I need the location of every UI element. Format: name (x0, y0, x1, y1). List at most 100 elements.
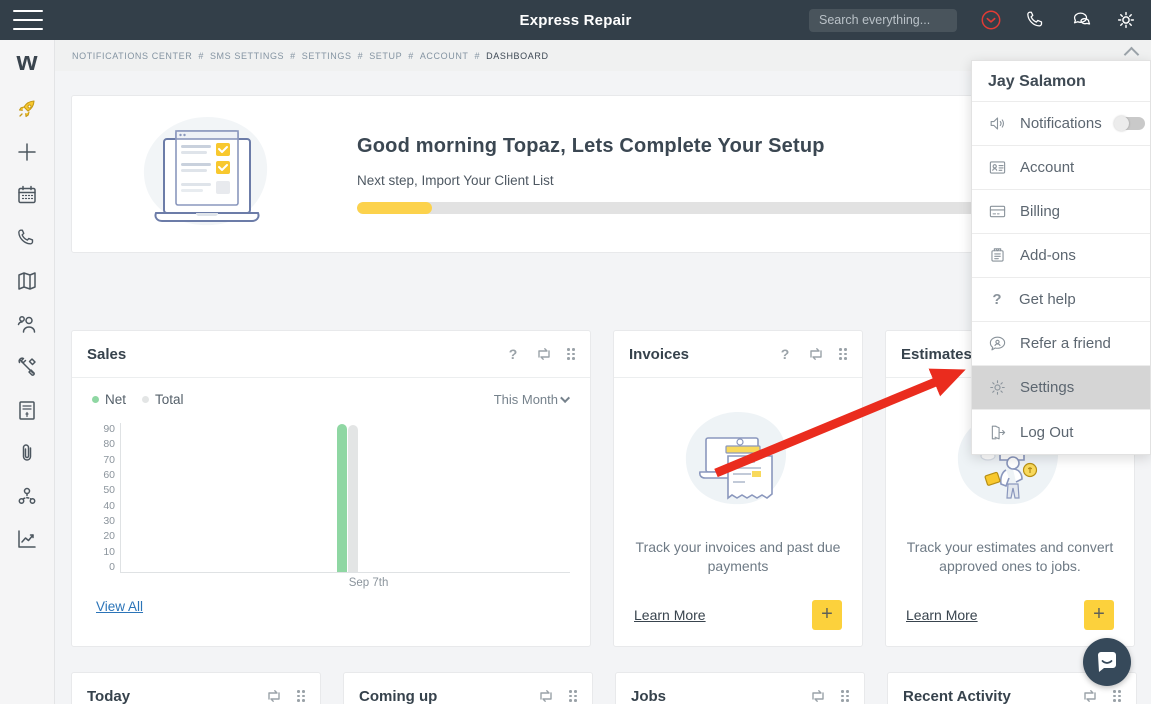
learn-more-link[interactable]: Learn More (906, 607, 978, 623)
refresh-widget-icon[interactable] (810, 688, 826, 704)
legend-item-total[interactable]: Total (142, 392, 184, 407)
menu-item-add-ons[interactable]: Add-ons (972, 234, 1150, 278)
invoices-card-title: Invoices (629, 346, 689, 363)
map-icon[interactable] (15, 269, 39, 293)
jobs-card-title: Jobs (631, 688, 666, 704)
menu-item-label: Add-ons (1020, 247, 1076, 264)
menu-item-get-help[interactable]: ? Get help (972, 278, 1150, 322)
topbar: Express Repair (0, 0, 1151, 40)
phone-icon[interactable] (1025, 9, 1047, 31)
hamburger-menu-icon[interactable] (13, 10, 43, 30)
refresh-widget-icon[interactable] (538, 688, 554, 704)
legend-dot-total (142, 396, 149, 403)
menu-item-label: Notifications (1020, 115, 1102, 132)
chart-legend: Net Total This Month (92, 392, 570, 407)
legend-dot-net (92, 396, 99, 403)
refresh-widget-icon[interactable] (1082, 688, 1098, 704)
question-icon: ? (988, 291, 1006, 308)
menu-item-log-out[interactable]: Log Out (972, 410, 1150, 454)
menu-item-refer-a-friend[interactable]: Refer a friend (972, 322, 1150, 366)
menu-item-account[interactable]: Account (972, 146, 1150, 190)
notifications-toggle[interactable] (1115, 117, 1145, 130)
logout-icon (988, 423, 1007, 442)
menu-item-notifications[interactable]: Notifications (972, 102, 1150, 146)
y-tick-label: 0 (109, 561, 115, 573)
learn-more-link[interactable]: Learn More (634, 607, 706, 623)
today-card: Today (71, 672, 321, 704)
invoices-description: Track your invoices and past due payment… (634, 538, 842, 576)
drag-handle-icon[interactable] (297, 690, 305, 702)
menu-item-label: Settings (1020, 379, 1074, 396)
breadcrumb-separator: # (198, 51, 204, 61)
sales-card: Sales ? Net Total (71, 330, 591, 647)
breadcrumb-item[interactable]: SETUP (369, 51, 402, 61)
invoice-doc-icon[interactable] (15, 398, 39, 422)
refresh-widget-icon[interactable] (536, 346, 552, 362)
help-icon[interactable]: ? (777, 346, 793, 362)
rocket-icon[interactable] (15, 97, 39, 121)
recent-activity-card-title: Recent Activity (903, 688, 1011, 704)
menu-item-settings[interactable]: Settings (972, 366, 1150, 410)
invoices-illustration (678, 408, 798, 516)
breadcrumb-separator: # (290, 51, 296, 61)
bar-net[interactable] (337, 424, 347, 572)
menu-item-billing[interactable]: Billing (972, 190, 1150, 234)
drag-handle-icon[interactable] (841, 690, 849, 702)
refresh-widget-icon[interactable] (266, 688, 282, 704)
search-input[interactable] (809, 9, 957, 32)
add-invoice-button[interactable]: + (812, 600, 842, 630)
chat-bubble-icon (1094, 649, 1120, 675)
tools-icon[interactable] (15, 355, 39, 379)
add-plus-icon[interactable] (15, 140, 39, 164)
bar-total[interactable] (348, 425, 358, 572)
network-icon[interactable] (15, 484, 39, 508)
breadcrumb-item[interactable]: NOTIFICATIONS CENTER (72, 51, 192, 61)
workiz-logo[interactable]: w (16, 48, 37, 75)
timer-alert-icon[interactable] (980, 9, 1002, 31)
drag-handle-icon[interactable] (839, 348, 847, 360)
drag-handle-icon[interactable] (569, 690, 577, 702)
period-dropdown[interactable]: This Month (494, 392, 570, 407)
y-tick-label: 70 (103, 454, 115, 466)
y-tick-label: 20 (103, 530, 115, 542)
legend-label-total: Total (155, 392, 184, 407)
coming-up-card-title: Coming up (359, 688, 437, 704)
team-icon[interactable] (15, 312, 39, 336)
attachment-icon[interactable] (15, 441, 39, 465)
sales-bar-chart: 9080706050403020100 (92, 423, 570, 573)
reports-icon[interactable] (15, 527, 39, 551)
coming-up-card: Coming up (343, 672, 593, 704)
add-estimate-button[interactable]: + (1084, 600, 1114, 630)
view-all-link[interactable]: View All (96, 599, 143, 614)
user-dropdown-menu: Jay Salamon Notifications Account Billin… (971, 60, 1151, 455)
breadcrumb-separator: # (408, 51, 414, 61)
legend-label-net: Net (105, 392, 126, 407)
setup-progress-fill (357, 202, 432, 214)
gear-icon[interactable] (1115, 9, 1137, 31)
y-tick-label: 90 (103, 423, 115, 435)
phone-icon[interactable] (15, 226, 39, 250)
gear-icon (988, 378, 1007, 397)
legend-item-net[interactable]: Net (92, 392, 126, 407)
y-tick-label: 40 (103, 500, 115, 512)
sales-card-title: Sales (87, 346, 126, 363)
drag-handle-icon[interactable] (1113, 690, 1121, 702)
breadcrumb-item[interactable]: SETTINGS (302, 51, 352, 61)
breadcrumb-item-current: DASHBOARD (486, 51, 548, 61)
chat-icon[interactable] (1070, 9, 1092, 31)
y-tick-label: 50 (103, 484, 115, 496)
help-icon[interactable]: ? (505, 346, 521, 362)
y-tick-label: 30 (103, 515, 115, 527)
breadcrumb-item[interactable]: ACCOUNT (420, 51, 469, 61)
id-card-icon (988, 158, 1007, 177)
drag-handle-icon[interactable] (567, 348, 575, 360)
chart-x-tick-label: Sep 7th (225, 577, 512, 589)
menu-item-label: Log Out (1020, 424, 1073, 441)
menu-item-label: Billing (1020, 203, 1060, 220)
menu-item-label: Refer a friend (1020, 335, 1111, 352)
invoices-card: Invoices ? (613, 330, 863, 647)
refresh-widget-icon[interactable] (808, 346, 824, 362)
calendar-icon[interactable] (15, 183, 39, 207)
breadcrumb-item[interactable]: SMS SETTINGS (210, 51, 284, 61)
chat-launcher-button[interactable] (1083, 638, 1131, 686)
